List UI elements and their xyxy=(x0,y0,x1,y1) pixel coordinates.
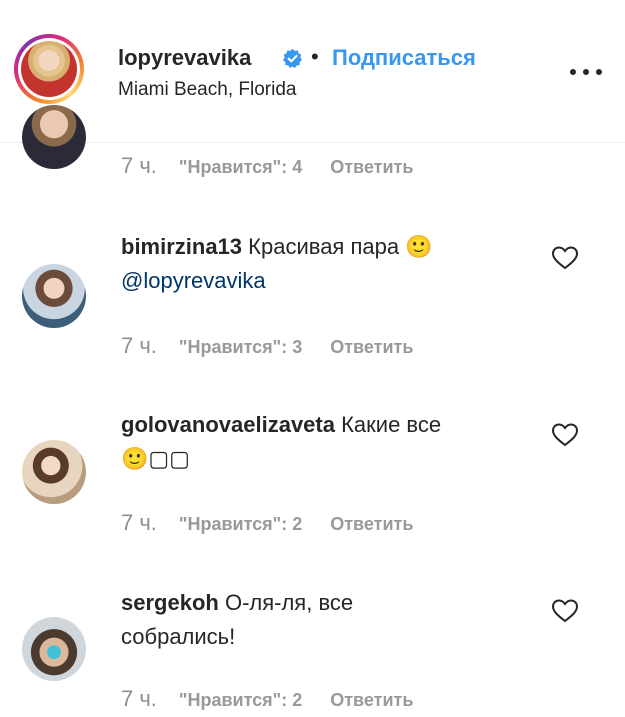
location-link[interactable]: Miami Beach, Florida xyxy=(118,79,296,101)
comment-meta: 7 ч. "Нравится": 2 Ответить xyxy=(121,510,413,536)
comment-time[interactable]: 7 ч. xyxy=(121,333,157,358)
reply-button[interactable]: Ответить xyxy=(330,514,413,534)
comment-username[interactable]: sergekoh xyxy=(121,590,219,615)
comment-mention[interactable]: @lopyrevavika xyxy=(121,268,266,293)
comment-avatar[interactable] xyxy=(22,105,86,169)
comment-body-line2: 🙂▢▢ xyxy=(121,446,190,471)
comment-time[interactable]: 7 ч. xyxy=(121,153,157,178)
separator-dot: • xyxy=(311,44,319,69)
comment-likes[interactable]: "Нравится": 3 xyxy=(179,337,302,357)
comment-username[interactable]: bimirzina13 xyxy=(121,234,242,259)
comment-text: golovanovaelizaveta Какие все 🙂▢▢ xyxy=(121,408,521,476)
like-heart-icon[interactable] xyxy=(551,245,579,271)
comment-body-line2: собрались! xyxy=(121,624,236,649)
comment-likes[interactable]: "Нравится": 4 xyxy=(179,157,302,177)
comment-body: Какие все xyxy=(341,412,442,437)
comment-likes[interactable]: "Нравится": 2 xyxy=(179,690,302,710)
reply-button[interactable]: Ответить xyxy=(330,690,413,710)
comment-avatar[interactable] xyxy=(22,264,86,328)
reply-button[interactable]: Ответить xyxy=(330,157,413,177)
comment-avatar[interactable] xyxy=(22,617,86,681)
comment-text: bimirzina13 Красивая пара 🙂 @lopyrevavik… xyxy=(121,230,521,298)
comment-time[interactable]: 7 ч. xyxy=(121,686,157,711)
more-options-icon[interactable] xyxy=(568,62,604,82)
comment-time[interactable]: 7 ч. xyxy=(121,510,157,535)
like-heart-icon[interactable] xyxy=(551,422,579,448)
comment-avatar[interactable] xyxy=(22,440,86,504)
comment-text: sergekoh О-ля-ля, все собрались! xyxy=(121,586,521,654)
comment-body: О-ля-ля, все xyxy=(224,590,354,615)
comment-meta: 7 ч. "Нравится": 2 Ответить xyxy=(121,686,413,712)
comment-likes[interactable]: "Нравится": 2 xyxy=(179,514,302,534)
comment-body: Красивая пара 🙂 xyxy=(248,234,433,259)
like-heart-icon[interactable] xyxy=(551,598,579,624)
avatar-image xyxy=(21,41,77,97)
header-username[interactable]: lopyrevavika xyxy=(118,45,251,71)
profile-avatar[interactable] xyxy=(14,34,84,104)
comment-meta: 7 ч. "Нравится": 4 Ответить xyxy=(121,153,413,179)
comment-username[interactable]: golovanovaelizaveta xyxy=(121,412,335,437)
verified-badge-icon xyxy=(283,48,302,68)
reply-button[interactable]: Ответить xyxy=(330,337,413,357)
subscribe-button[interactable]: Подписаться xyxy=(332,45,476,71)
comment-meta: 7 ч. "Нравится": 3 Ответить xyxy=(121,333,413,359)
post-header: lopyrevavika • Подписаться Miami Beach, … xyxy=(0,0,625,143)
